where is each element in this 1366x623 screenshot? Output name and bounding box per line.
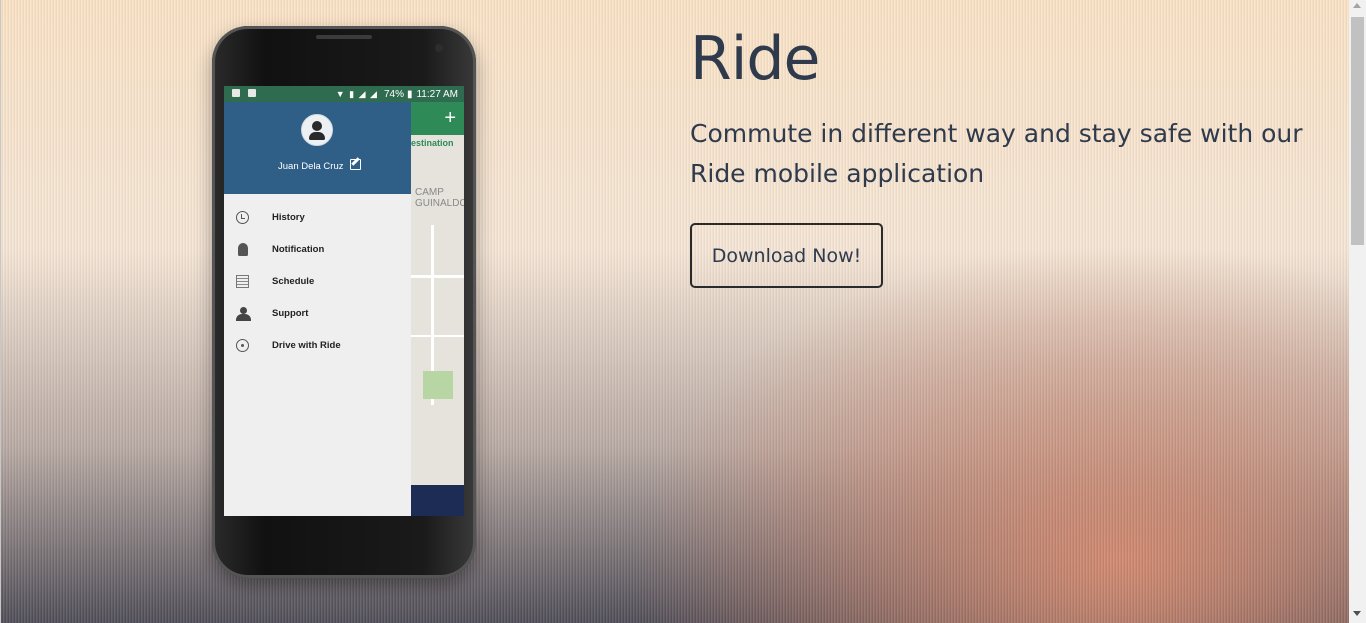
avatar[interactable] xyxy=(301,114,333,146)
phone-screen: ▼ ▮ ◢ ◢ 74% ▮ 11:27 AM + estination CAMP… xyxy=(224,86,464,516)
page-title: Ride xyxy=(690,24,820,94)
add-icon[interactable]: + xyxy=(444,107,456,130)
destination-label: estination xyxy=(411,138,454,148)
hero-section: ▼ ▮ ◢ ◢ 74% ▮ 11:27 AM + estination CAMP… xyxy=(0,0,1349,623)
map-area-label: CAMP GUINALDO xyxy=(415,187,464,209)
drawer-item-label: Support xyxy=(272,308,309,319)
phone-mockup: ▼ ▮ ◢ ◢ 74% ▮ 11:27 AM + estination CAMP… xyxy=(212,26,476,578)
history-icon xyxy=(236,211,249,224)
drawer-item-label: History xyxy=(272,212,305,223)
signal-icons: ▼ ▮ ◢ ◢ xyxy=(335,88,378,99)
drawer-item-label: Schedule xyxy=(272,276,315,287)
status-notification-icons xyxy=(232,89,256,97)
calendar-icon xyxy=(236,275,249,288)
drawer-item-drive-with-ride[interactable]: Drive with Ride xyxy=(224,330,411,362)
drawer-item-label: Notification xyxy=(272,244,325,255)
steering-wheel-icon xyxy=(236,339,249,352)
map-header: + xyxy=(411,102,464,135)
map-footer xyxy=(411,485,464,516)
drawer-item-notification[interactable]: Notification xyxy=(224,234,411,266)
status-time: 11:27 AM xyxy=(416,88,458,100)
map-road xyxy=(411,335,464,337)
page-left-border xyxy=(0,0,1,623)
edit-icon[interactable] xyxy=(350,159,361,170)
scroll-down-arrow-icon[interactable] xyxy=(1353,611,1361,616)
drawer-item-history[interactable]: History xyxy=(224,202,411,234)
vertical-scrollbar[interactable] xyxy=(1349,0,1366,623)
status-bar: ▼ ▮ ◢ ◢ 74% ▮ 11:27 AM xyxy=(224,86,464,102)
drawer-menu: History Notification Schedule Support Dr… xyxy=(224,202,411,362)
navigation-drawer: Juan Dela Cruz History Notification Sche… xyxy=(224,102,411,516)
scroll-up-arrow-icon[interactable] xyxy=(1353,3,1361,8)
map-park xyxy=(423,371,453,399)
support-agent-icon xyxy=(236,307,251,321)
drawer-item-support[interactable]: Support xyxy=(224,298,411,330)
drawer-item-schedule[interactable]: Schedule xyxy=(224,266,411,298)
hero-subtitle: Commute in different way and stay safe w… xyxy=(690,119,1303,188)
download-now-button[interactable]: Download Now! xyxy=(690,223,883,288)
user-name: Juan Dela Cruz xyxy=(278,161,344,172)
scrollbar-thumb[interactable] xyxy=(1351,17,1364,245)
map-view[interactable]: estination CAMP GUINALDO xyxy=(411,135,464,485)
bell-icon xyxy=(238,243,248,256)
phone-speaker xyxy=(316,35,372,39)
map-road xyxy=(411,275,464,278)
drawer-item-label: Drive with Ride xyxy=(272,340,341,351)
phone-camera xyxy=(435,44,443,52)
drawer-header: Juan Dela Cruz xyxy=(224,102,411,194)
battery-level: 74% xyxy=(383,88,404,100)
battery-icon: ▮ xyxy=(406,88,413,100)
